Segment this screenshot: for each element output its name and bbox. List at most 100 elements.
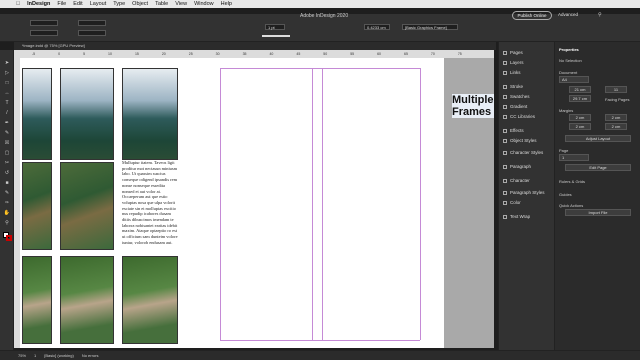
menu-edit[interactable]: Edit <box>73 1 82 7</box>
workspace-switcher[interactable]: Advanced <box>558 12 578 17</box>
note-tool-icon[interactable]: ✎ <box>3 190 11 196</box>
preflight-status[interactable]: No errors <box>82 353 99 358</box>
margin-bottom-field[interactable]: 2 cm <box>569 123 591 130</box>
gradient-tool-icon[interactable]: ■ <box>3 180 11 186</box>
properties-title: Properties <box>559 47 579 52</box>
page-right[interactable]: Multiple Frames <box>200 58 494 348</box>
stroke-swatch[interactable] <box>6 235 12 241</box>
menu-table[interactable]: Table <box>155 1 168 7</box>
cc-libraries-panel-item[interactable]: CC Libraries <box>503 114 535 119</box>
direct-selection-tool-icon[interactable]: ▷ <box>3 70 11 76</box>
stroke-panel-item[interactable]: Stroke <box>503 84 523 89</box>
pages-count-field[interactable]: 11 <box>605 86 627 93</box>
transform-tool-icon[interactable]: ↺ <box>3 170 11 176</box>
menu-type[interactable]: Type <box>113 1 125 7</box>
page-number[interactable]: 1 <box>34 353 36 358</box>
search-icon[interactable]: ⚲ <box>598 12 602 18</box>
menu-file[interactable]: File <box>57 1 66 7</box>
document-tab[interactable]: *image.indd @ 75% [GPU Preview] <box>14 42 496 50</box>
photo-frame[interactable] <box>22 162 52 250</box>
preflight-profile[interactable]: [Basic] (working) <box>44 353 74 358</box>
w-field[interactable] <box>78 20 106 26</box>
swatches-panel-item[interactable]: Swatches <box>503 94 530 99</box>
color-icon <box>503 200 507 205</box>
menu-window[interactable]: Window <box>194 1 214 7</box>
column-guide <box>322 68 323 340</box>
menu-view[interactable]: View <box>175 1 187 7</box>
text-wrap-panel-item[interactable]: Text Wrap <box>503 214 530 219</box>
photo-frame[interactable] <box>60 68 114 160</box>
character-styles-panel-item[interactable]: Character Styles <box>503 150 543 155</box>
hand-tool-icon[interactable]: ✋ <box>3 210 11 216</box>
object-styles-panel-item[interactable]: Object Styles <box>503 138 537 143</box>
photo-frame[interactable] <box>60 162 114 250</box>
y-field[interactable] <box>30 30 58 36</box>
effects-panel-item[interactable]: Effects <box>503 128 524 133</box>
photo-frame[interactable] <box>22 68 52 160</box>
cc-libraries-icon <box>503 114 507 119</box>
selection-state: No Selection <box>559 58 582 63</box>
margin-left-field[interactable]: 2 cm <box>605 114 627 121</box>
zoom-level[interactable]: 75% <box>18 353 26 358</box>
photo-frame[interactable] <box>60 256 114 344</box>
menu-help[interactable]: Help <box>221 1 232 7</box>
zoom-tool-icon[interactable]: ⚲ <box>3 220 11 226</box>
selection-tool-icon[interactable]: ➤ <box>3 60 11 66</box>
object-styles-icon <box>503 138 507 143</box>
photo-frame[interactable] <box>122 256 178 344</box>
margin-right-field[interactable]: 2 cm <box>605 123 627 130</box>
facing-pages-checkbox[interactable]: Facing Pages <box>605 97 629 102</box>
paragraph-styles-panel-item[interactable]: Paragraph Styles <box>503 190 545 195</box>
pencil-tool-icon[interactable]: ✎ <box>3 130 11 136</box>
paragraph-icon <box>503 164 507 169</box>
h-field[interactable] <box>78 30 106 36</box>
height-field[interactable]: 29.7 cm <box>569 95 591 102</box>
layers-panel-item[interactable]: Layers <box>503 60 524 65</box>
status-bar: 75% 1 [Basic] (working) No errors <box>0 350 640 360</box>
paragraph-panel-item[interactable]: Paragraph <box>503 164 531 169</box>
text-frame[interactable]: Mulluptur itatem. Taveos ligit proditur … <box>122 160 178 248</box>
menu-object[interactable]: Object <box>132 1 148 7</box>
type-tool-icon[interactable]: T <box>3 100 11 106</box>
tools-panel: ➤ ▷ □ ↔ T / ✒ ✎ ☒ ▢ ✂ ↺ ■ ✎ ✑ ✋ ⚲ <box>0 50 14 350</box>
photo-frame[interactable] <box>122 68 178 160</box>
page-tool-icon[interactable]: □ <box>3 80 11 86</box>
swatches-icon <box>503 94 507 99</box>
mac-menubar:  InDesign File Edit Layout Type Object … <box>0 0 640 8</box>
scissors-tool-icon[interactable]: ✂ <box>3 160 11 166</box>
rectangle-frame-tool-icon[interactable]: ☒ <box>3 140 11 146</box>
x-field[interactable] <box>30 20 58 26</box>
page-select[interactable]: 1 <box>559 154 589 161</box>
offset-field[interactable]: 0.4233 cm <box>364 24 390 30</box>
import-file-button[interactable]: Import File <box>565 209 631 216</box>
column-guide <box>312 68 313 340</box>
eyedropper-tool-icon[interactable]: ✑ <box>3 200 11 206</box>
margin-top-field[interactable]: 2 cm <box>569 114 591 121</box>
menu-app[interactable]: InDesign <box>27 1 50 7</box>
gap-tool-icon[interactable]: ↔ <box>3 90 11 96</box>
apple-icon[interactable]:  <box>16 1 20 7</box>
page-left[interactable]: Mulluptur itatem. Taveos ligit proditur … <box>20 58 200 348</box>
character-panel-item[interactable]: Character <box>503 178 530 183</box>
pasteboard[interactable]: Mulluptur itatem. Taveos ligit proditur … <box>20 58 494 348</box>
adjust-layout-button[interactable]: Adjust Layout <box>565 135 631 142</box>
page-title[interactable]: Multiple Frames <box>452 94 494 118</box>
menu-layout[interactable]: Layout <box>90 1 107 7</box>
photo-frame[interactable] <box>22 256 52 344</box>
links-panel-item[interactable]: Links <box>503 70 521 75</box>
margin-guide <box>220 68 221 340</box>
pages-panel-item[interactable]: Pages <box>503 50 523 55</box>
edit-page-button[interactable]: Edit Page <box>565 164 631 171</box>
pen-tool-icon[interactable]: ✒ <box>3 120 11 126</box>
properties-panel: Properties No Selection Document A4 21 c… <box>554 42 640 350</box>
gradient-panel-item[interactable]: Gradient <box>503 104 527 109</box>
width-field[interactable]: 21 cm <box>569 86 591 93</box>
stroke-field[interactable]: 1 pt <box>265 24 285 30</box>
line-tool-icon[interactable]: / <box>3 110 11 116</box>
object-style-field[interactable]: [Basic Graphics Frame] <box>402 24 458 30</box>
publish-online-button[interactable]: Publish Online <box>512 11 552 20</box>
color-panel-item[interactable]: Color <box>503 200 521 205</box>
rulers-grids-label: Rulers & Grids <box>559 179 586 184</box>
page-size-select[interactable]: A4 <box>559 76 589 83</box>
rectangle-tool-icon[interactable]: ▢ <box>3 150 11 156</box>
